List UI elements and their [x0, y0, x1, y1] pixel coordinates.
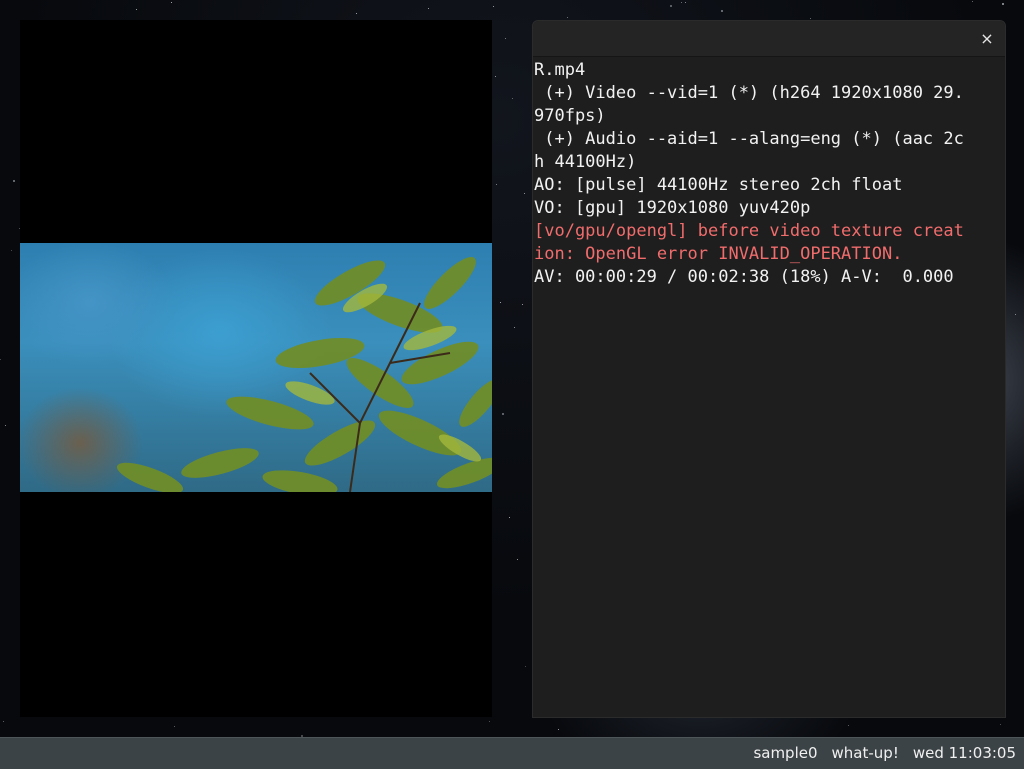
console-line: R.mp4 [534, 60, 586, 80]
workspace-name[interactable]: sample0 [753, 744, 817, 762]
star [493, 6, 494, 7]
star [670, 5, 672, 7]
star [174, 726, 175, 727]
status-message: what-up! [831, 744, 899, 762]
star [848, 725, 849, 726]
clock[interactable]: wed 11:03:05 [913, 744, 1016, 762]
console-line: 970fps) [534, 106, 606, 126]
console-window[interactable]: × R.mp4 (+) Video --vid=1 (*) (h264 1920… [532, 20, 1006, 718]
star [972, 1, 973, 2]
star [721, 10, 723, 12]
star [428, 8, 429, 9]
console-line: (+) Video --vid=1 (*) (h264 1920x1080 29… [534, 83, 964, 103]
star [514, 327, 515, 328]
star [524, 193, 525, 194]
star [171, 2, 172, 3]
star [500, 302, 501, 303]
star [505, 38, 506, 39]
console-titlebar[interactable]: × [533, 21, 1005, 57]
star [5, 425, 6, 426]
star [1015, 314, 1016, 315]
star [502, 413, 504, 415]
console-error-line: [vo/gpu/opengl] before video texture cre… [534, 221, 964, 241]
console-line: VO: [gpu] 1920x1080 yuv420p [534, 198, 811, 218]
star [11, 250, 12, 251]
star [496, 184, 497, 185]
console-line: h 44100Hz) [534, 152, 637, 172]
star [489, 721, 490, 722]
star [495, 76, 496, 77]
star [810, 18, 811, 19]
console-line: AO: [pulse] 44100Hz stereo 2ch float [534, 175, 903, 195]
video-frame[interactable] [20, 243, 492, 492]
star [567, 17, 568, 18]
star [509, 517, 510, 518]
star [517, 559, 518, 560]
star [0, 359, 1, 360]
close-icon[interactable]: × [975, 27, 999, 51]
console-line: (+) Audio --aid=1 --alang=eng (*) (aac 2… [534, 129, 964, 149]
star [3, 721, 4, 722]
video-player-window[interactable] [20, 20, 492, 717]
star [525, 666, 526, 667]
console-error-line: ion: OpenGL error INVALID_OPERATION. [534, 244, 903, 264]
star [1000, 724, 1001, 725]
star [136, 9, 137, 10]
star [558, 729, 559, 730]
bottom-panel: sample0 what-up! wed 11:03:05 [0, 737, 1024, 769]
star [522, 304, 523, 305]
star [1002, 3, 1004, 5]
leaves-foliage [116, 257, 492, 492]
star [13, 180, 15, 182]
star [681, 2, 682, 3]
console-status-line: AV: 00:00:29 / 00:02:38 (18%) A-V: 0.000 [534, 267, 954, 287]
star [685, 2, 686, 3]
console-output: R.mp4 (+) Video --vid=1 (*) (h264 1920x1… [533, 57, 1005, 289]
star [356, 13, 357, 14]
panel-status-area: sample0 what-up! wed 11:03:05 [753, 744, 1016, 762]
star [512, 98, 513, 99]
